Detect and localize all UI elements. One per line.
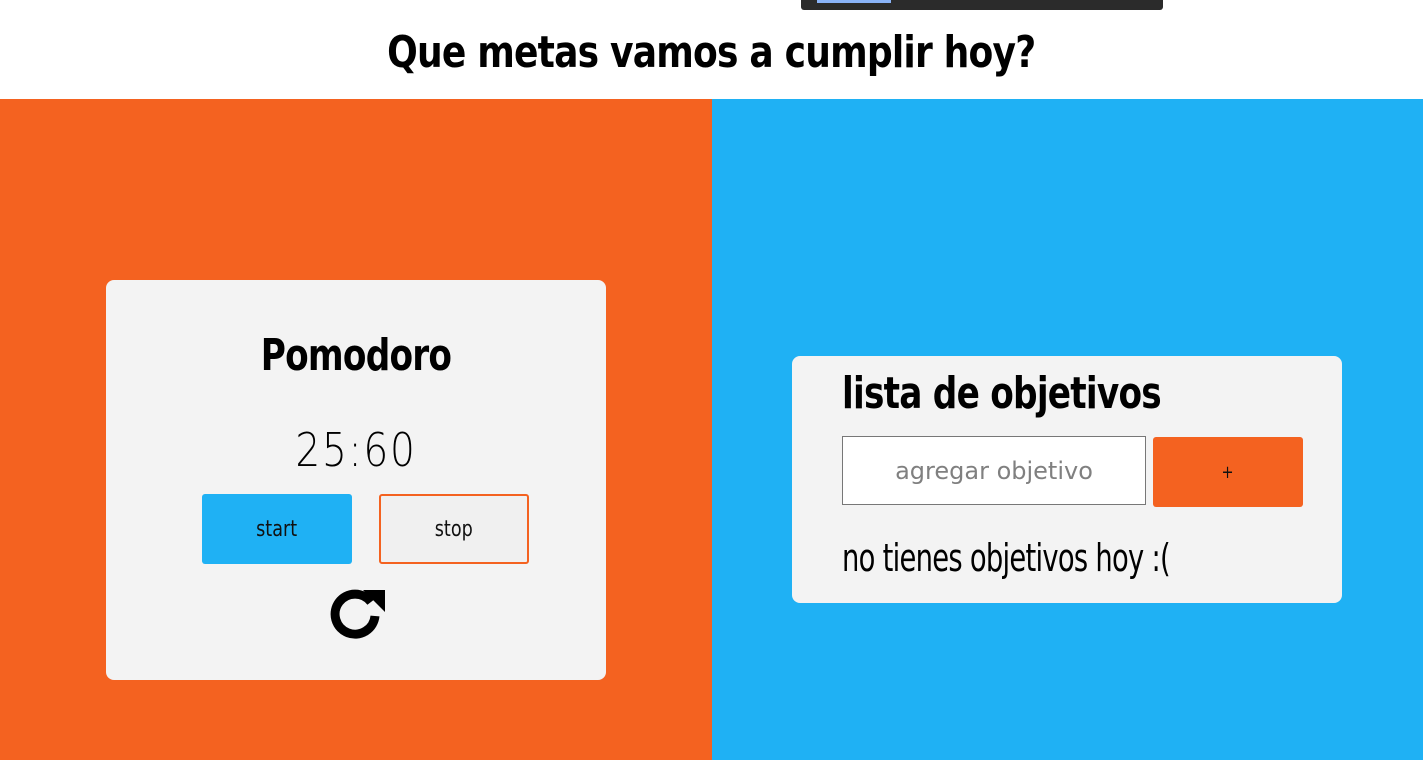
add-goal-label: + [1221,461,1235,483]
start-button-label: start [256,516,298,542]
goals-panel: lista de objetivos + no tienes objetivos… [712,99,1423,760]
reset-icon[interactable] [327,582,387,642]
goal-input[interactable] [842,436,1146,505]
empty-goals-message: no tienes objetivos hoy :( [842,536,1171,580]
stop-button[interactable]: stop [379,494,529,564]
page-title: Que metas vamos a cumplir hoy? [387,27,1036,78]
goals-card: lista de objetivos + no tienes objetivos… [792,356,1342,603]
page-header: Que metas vamos a cumplir hoy? [0,0,1423,99]
pomodoro-panel: Pomodoro 25:60 start stop [0,99,712,760]
start-button[interactable]: start [202,494,352,564]
stop-button-label: stop [434,516,473,542]
pomodoro-title: Pomodoro [260,330,452,381]
pomodoro-card: Pomodoro 25:60 start stop [106,280,606,680]
pomodoro-timer: 25:60 [295,423,417,477]
goals-title: lista de objetivos [842,368,1162,419]
add-goal-button[interactable]: + [1153,437,1303,507]
